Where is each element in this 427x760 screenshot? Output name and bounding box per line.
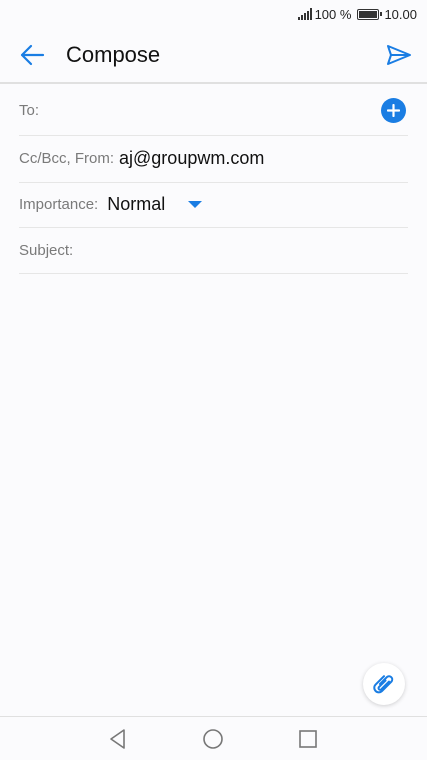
- to-label: To:: [19, 102, 40, 119]
- importance-row[interactable]: Importance: Normal: [19, 183, 408, 228]
- nav-bar: [0, 716, 427, 760]
- dropdown-arrow-icon[interactable]: [188, 201, 203, 208]
- home-circle-icon: [203, 729, 223, 749]
- nav-recents-button[interactable]: [283, 717, 333, 760]
- nav-home-button[interactable]: [188, 717, 238, 760]
- importance-label: Importance:: [19, 196, 99, 213]
- status-bar: 100 % 10.00: [0, 0, 427, 28]
- plus-icon: [387, 104, 400, 117]
- battery-icon: [357, 8, 383, 20]
- page-title: Compose: [66, 42, 161, 67]
- paperclip-icon: [373, 675, 394, 694]
- app-bar: Compose: [0, 28, 427, 84]
- subject-row[interactable]: Subject:: [19, 228, 408, 274]
- attach-button[interactable]: [363, 663, 405, 705]
- cc-from-row[interactable]: Cc/Bcc, From: aj@groupwm.com: [19, 136, 408, 183]
- importance-value: Normal: [107, 194, 166, 214]
- cc-from-label: Cc/Bcc, From:: [19, 150, 115, 168]
- send-icon: [387, 45, 411, 65]
- to-row[interactable]: To:: [19, 86, 408, 136]
- back-triangle-icon: [110, 729, 125, 749]
- nav-back-button[interactable]: [93, 717, 143, 760]
- battery-percent: 100 %: [314, 6, 352, 22]
- compose-screen: 100 % 10.00 Compose To: Cc/Bcc, From: aj…: [0, 0, 427, 760]
- subject-label: Subject:: [19, 241, 74, 259]
- send-button[interactable]: [371, 27, 427, 83]
- back-button[interactable]: [0, 27, 64, 83]
- arrow-left-icon: [20, 44, 45, 66]
- compose-form: To: Cc/Bcc, From: aj@groupwm.com Importa…: [19, 86, 408, 274]
- signal-icon: [297, 8, 312, 20]
- recents-square-icon: [299, 730, 317, 748]
- add-recipient-button[interactable]: [381, 98, 406, 123]
- from-value: aj@groupwm.com: [119, 148, 265, 169]
- clock: 10.00: [384, 6, 417, 22]
